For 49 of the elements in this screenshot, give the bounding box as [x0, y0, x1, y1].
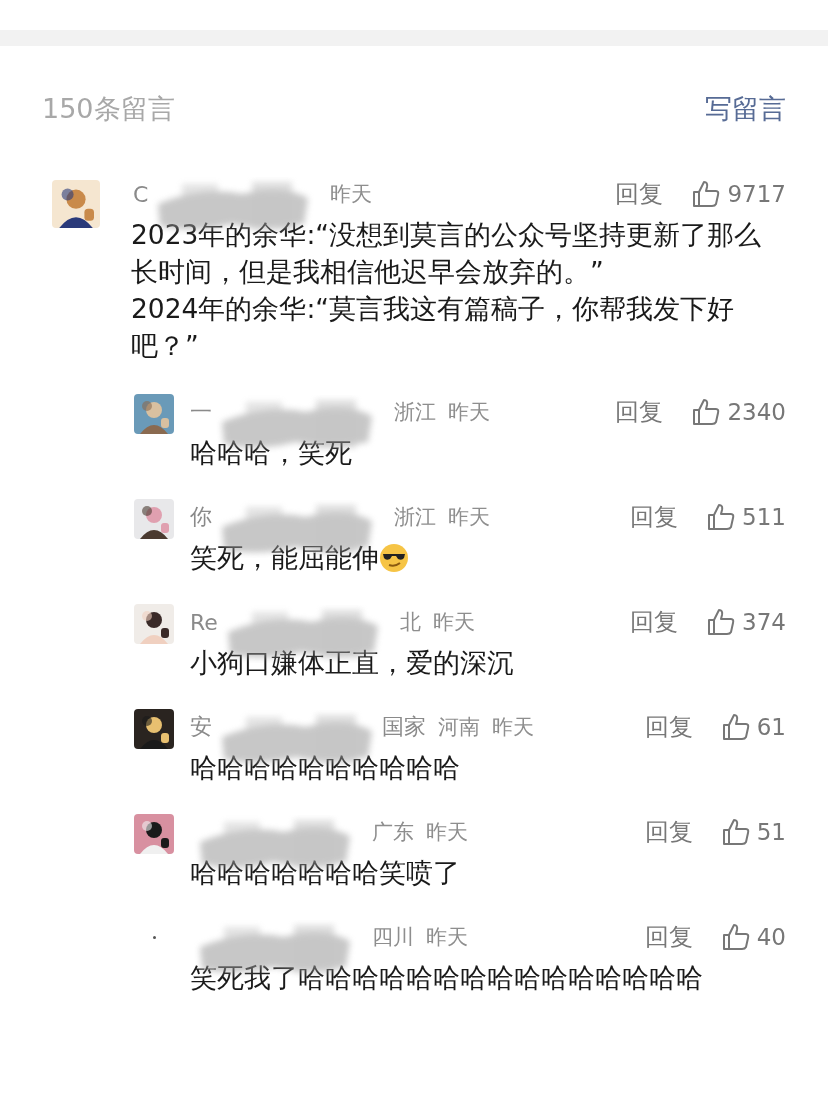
user-name: C: [133, 181, 149, 207]
comment-text: 小狗口嫌体正直，爱的深沉: [190, 647, 514, 678]
comment-time: 昨天: [448, 504, 490, 531]
reply-button[interactable]: 回复: [630, 606, 679, 638]
like-count: 61: [756, 714, 786, 740]
comment-text: 哈哈哈，笑死: [190, 437, 352, 468]
reply-button[interactable]: 回复: [644, 711, 693, 743]
comment-text: 笑死我了哈哈哈哈哈哈哈哈哈哈哈哈哈哈哈: [190, 962, 703, 993]
like-icon[interactable]: [691, 179, 722, 209]
comment-text: 笑死，能屈能伸: [190, 542, 379, 573]
reply-button[interactable]: 回复: [630, 501, 679, 533]
like-icon[interactable]: [706, 607, 737, 637]
user-name: 一: [190, 398, 212, 426]
like-count: 2340: [727, 399, 786, 425]
location: 浙江: [394, 399, 436, 426]
comment-time: 昨天: [426, 819, 468, 846]
comment-count: 150条留言: [42, 92, 175, 126]
reply-button[interactable]: 回复: [644, 921, 693, 953]
user-name: 安: [190, 713, 212, 741]
reply-button[interactable]: 回复: [615, 396, 664, 428]
write-comment-link[interactable]: 写留言: [705, 91, 786, 127]
like-icon[interactable]: [720, 922, 751, 952]
like-icon[interactable]: [706, 502, 737, 532]
location: 四川: [372, 924, 414, 951]
like-count: 374: [742, 609, 786, 635]
comment-time: 昨天: [426, 924, 468, 951]
location: 北: [399, 609, 421, 636]
like-count: 511: [742, 504, 786, 530]
comment-text: 2023年的余华:“没想到莫言的公众号坚持更新了那么长时间，但是我相信他迟早会放弃的。” 2024年的余华:“莫言我这有篇稿子，你帮我发下好吧？”: [131, 219, 762, 361]
comment-text: 哈哈哈哈哈哈哈笑喷了: [190, 857, 460, 888]
reply-button[interactable]: 回复: [615, 178, 664, 210]
comment-time: 昨天: [492, 714, 534, 741]
location: 浙江: [394, 504, 436, 531]
comment-time: 昨天: [330, 181, 373, 208]
like-icon[interactable]: [720, 817, 751, 847]
like-count: 9717: [727, 181, 786, 207]
comment-time: 昨天: [448, 399, 490, 426]
comment-time: 昨天: [432, 609, 475, 636]
like-count: 40: [756, 924, 786, 950]
like-icon[interactable]: [720, 712, 751, 742]
user-name: 你: [190, 503, 212, 531]
reply-button[interactable]: 回复: [644, 816, 693, 848]
comment-text: 哈哈哈哈哈哈哈哈哈哈: [190, 752, 460, 783]
like-count: 51: [756, 819, 786, 845]
user-name: Re: [190, 609, 218, 635]
location: 广东: [372, 819, 414, 846]
like-icon[interactable]: [691, 397, 722, 427]
location: 河南: [438, 714, 480, 741]
user-name: 国家: [382, 713, 426, 741]
